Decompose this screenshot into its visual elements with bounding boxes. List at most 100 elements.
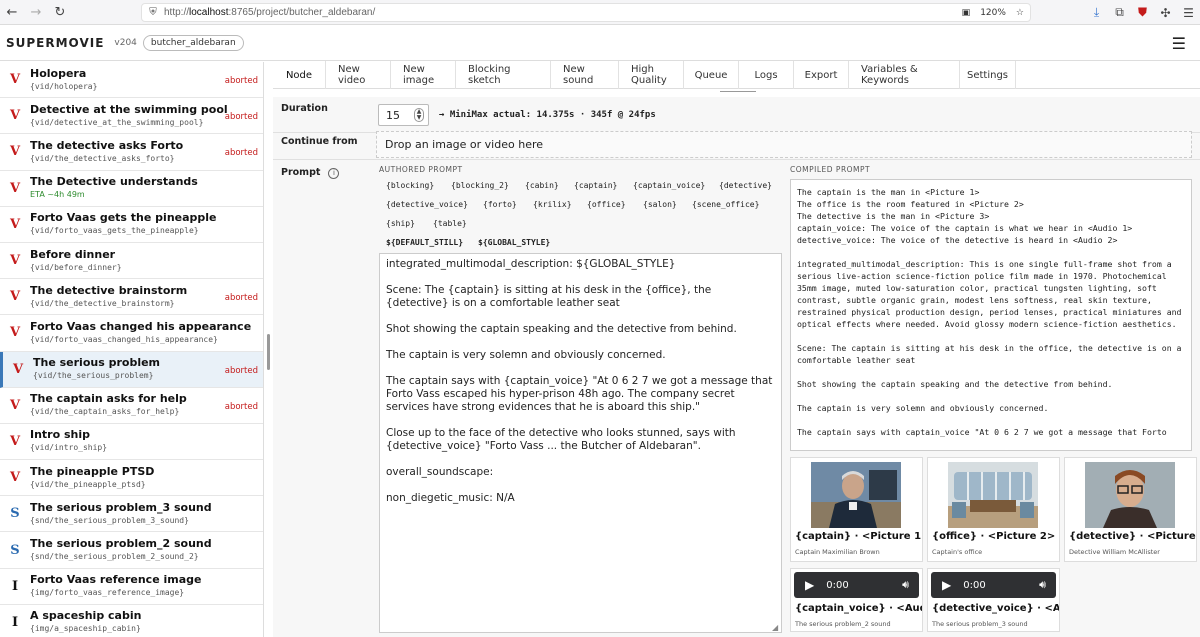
browser-menu-icon[interactable]: ☰ xyxy=(1177,6,1200,20)
site-info-icon[interactable]: ⛨ xyxy=(142,7,164,18)
status-badge: aborted xyxy=(224,293,258,304)
reference-title: {captain} · <Picture 1> xyxy=(795,531,922,542)
hamburger-menu-icon[interactable]: ☰ xyxy=(1172,34,1186,53)
variable-chip[interactable]: {blocking} xyxy=(381,179,439,192)
tab-new-video[interactable]: New video xyxy=(326,61,391,89)
reader-icon[interactable]: ▣ xyxy=(962,8,971,18)
variable-chip[interactable]: {captain_voice} xyxy=(628,179,710,192)
kind-icon: V xyxy=(12,361,24,377)
tab-high-quality[interactable]: High Quality xyxy=(619,61,684,89)
sidebar-item[interactable]: V Forto Vaas changed his appearance {vid/f… xyxy=(0,315,263,352)
kind-icon: S xyxy=(10,542,20,558)
variable-chip[interactable]: {ship} xyxy=(381,217,420,230)
duration-input[interactable]: 15 ▲ ▼ xyxy=(378,104,429,126)
sidebar-item[interactable]: S The serious problem_3 sound {snd/the_ser… xyxy=(0,496,263,533)
item-path: {img/a_spaceship_cabin} xyxy=(30,624,141,634)
play-icon[interactable]: ▶ xyxy=(942,578,951,592)
tab-node[interactable]: Node xyxy=(273,61,326,89)
info-icon[interactable]: i xyxy=(328,168,340,179)
item-title: Forto Vaas reference image xyxy=(30,573,202,587)
tab-settings[interactable]: Settings xyxy=(960,61,1016,89)
image-reference-card[interactable]: {captain} · <Picture 1> Captain Maximilia… xyxy=(790,457,923,562)
kind-icon: V xyxy=(9,325,21,341)
resize-grip-icon[interactable]: ◢ xyxy=(772,623,778,632)
tab-new-image[interactable]: New image xyxy=(391,61,456,89)
item-title: The pineapple PTSD xyxy=(30,464,155,478)
sidebar-item[interactable]: V Intro ship {vid/intro_ship} xyxy=(0,424,263,461)
reference-subtitle: Detective William McAllister xyxy=(1069,548,1160,556)
node-panel: Duration 15 ▲ ▼ → MiniMax actual: 14.375s… xyxy=(273,97,1200,637)
image-reference-card[interactable]: {detective} · <Picture 3> Detective Willi… xyxy=(1064,457,1197,562)
tab-export[interactable]: Export xyxy=(794,61,849,89)
variable-chip[interactable]: ${DEFAULT_STILL} xyxy=(381,236,468,249)
extensions-icon[interactable]: ⧉ xyxy=(1108,5,1131,20)
sidebar-item[interactable]: I Forto Vaas reference image {img/forto_va… xyxy=(0,569,263,605)
sidebar-item[interactable]: V The pineapple PTSD {vid/the_pineapple_pt… xyxy=(0,460,263,497)
item-title: Forto Vaas gets the pineapple xyxy=(30,211,217,225)
bookmark-star-icon[interactable]: ☆ xyxy=(1016,8,1024,18)
continue-label: Continue from xyxy=(281,136,358,147)
variable-chip[interactable]: {office} xyxy=(582,198,631,211)
spinner-icon[interactable]: ▲ ▼ xyxy=(414,108,424,122)
continue-row: Continue from Drop an image or video her… xyxy=(273,131,1200,160)
back-icon[interactable]: ← xyxy=(0,0,24,25)
tab-logs[interactable]: Logs xyxy=(739,61,794,89)
audio-player[interactable]: ▶ 0:00 🔊︎ xyxy=(931,572,1056,598)
sidebar-item[interactable]: I A spaceship cabin {img/a_spaceship_cabin… xyxy=(0,605,263,637)
item-title: The serious problem_2 sound xyxy=(30,537,212,551)
variable-chip[interactable]: {salon} xyxy=(638,198,682,211)
forward-icon[interactable]: → xyxy=(24,0,48,25)
tab-variables-keywords[interactable]: Variables & Keywords xyxy=(849,61,960,89)
address-bar[interactable]: ⛨ http://localhost:8765/project/butcher_… xyxy=(141,3,1031,22)
kind-icon: V xyxy=(9,72,21,88)
sidebar-item[interactable]: V Detective at the swimming pool {vid/dete… xyxy=(0,98,263,135)
variable-chip[interactable]: {detective_voice} xyxy=(381,198,473,211)
play-icon[interactable]: ▶ xyxy=(805,578,814,592)
sidebar-item[interactable]: V The Detective understands ETA ~4h 49m xyxy=(0,171,263,207)
variable-chip[interactable]: {table} xyxy=(428,217,472,230)
reload-icon[interactable]: ↻ xyxy=(48,0,72,25)
variable-chip[interactable]: {forto} xyxy=(478,198,522,211)
puzzle-icon[interactable]: ✣ xyxy=(1154,6,1177,20)
kind-icon: V xyxy=(9,180,21,196)
project-pill[interactable]: butcher_aldebaran xyxy=(142,34,244,51)
kind-icon: V xyxy=(9,253,21,269)
zoom-level[interactable]: 120% xyxy=(980,8,1006,18)
tab-blocking-sketch[interactable]: Blocking sketch xyxy=(456,61,551,89)
volume-icon[interactable]: 🔊︎ xyxy=(902,578,909,592)
item-path: {vid/the_pineapple_ptsd} xyxy=(30,479,146,489)
sidebar-item[interactable]: V Holopera {vid/holopera} aborted xyxy=(0,62,263,99)
variable-chip[interactable]: {blocking_2} xyxy=(446,179,514,192)
variable-chip[interactable]: {detective} xyxy=(714,179,777,192)
image-reference-card[interactable]: {office} · <Picture 2> Captain's office xyxy=(927,457,1060,562)
sidebar-item[interactable]: V The detective brainstorm {vid/the_detect… xyxy=(0,279,263,316)
audio-reference-card[interactable]: ▶ 0:00 🔊︎ {detective_voice} · <Au... The ser… xyxy=(927,568,1060,632)
variable-chip[interactable]: {cabin} xyxy=(520,179,564,192)
kind-icon: V xyxy=(9,433,21,449)
variable-chip[interactable]: ${GLOBAL_STYLE} xyxy=(473,236,555,249)
tab-new-sound[interactable]: New sound xyxy=(551,61,619,89)
status-badge: aborted xyxy=(224,365,258,376)
sidebar-item[interactable]: V The serious problem {vid/the_serious_pro… xyxy=(0,351,263,388)
sidebar-resize-handle[interactable] xyxy=(267,334,270,370)
status-badge: aborted xyxy=(224,112,258,123)
variable-chip[interactable]: {krilix} xyxy=(528,198,577,211)
sidebar-item[interactable]: V The detective asks Forto {vid/the_detect… xyxy=(0,134,263,171)
shield-extension-icon[interactable]: ⛊ xyxy=(1131,5,1154,20)
item-title: The Detective understands xyxy=(30,175,198,189)
sidebar-item[interactable]: V The captain asks for help {vid/the_capta… xyxy=(0,388,263,424)
variable-chip[interactable]: {scene_office} xyxy=(687,198,764,211)
sidebar-item[interactable]: V Before dinner {vid/before_dinner} xyxy=(0,243,263,280)
authored-prompt-textarea[interactable]: integrated_multimodal_description: ${GLO… xyxy=(379,253,782,633)
variable-chip[interactable]: {captain} xyxy=(569,179,622,192)
downloads-icon[interactable]: ⤓ xyxy=(1085,5,1108,20)
drag-handle[interactable] xyxy=(720,91,756,92)
sidebar-item[interactable]: S The serious problem_2 sound {snd/the_ser… xyxy=(0,532,263,569)
audio-reference-card[interactable]: ▶ 0:00 🔊︎ {captain_voice} · <Audi... The ser… xyxy=(790,568,923,632)
main-tabs: Node New video New image Blocking sketch New… xyxy=(273,61,1200,89)
tab-queue[interactable]: Queue xyxy=(684,61,739,89)
drop-zone[interactable]: Drop an image or video here xyxy=(376,131,1192,158)
volume-icon[interactable]: 🔊︎ xyxy=(1039,578,1046,592)
sidebar-item[interactable]: V Forto Vaas gets the pineapple {vid/forto… xyxy=(0,207,263,243)
audio-player[interactable]: ▶ 0:00 🔊︎ xyxy=(794,572,919,598)
